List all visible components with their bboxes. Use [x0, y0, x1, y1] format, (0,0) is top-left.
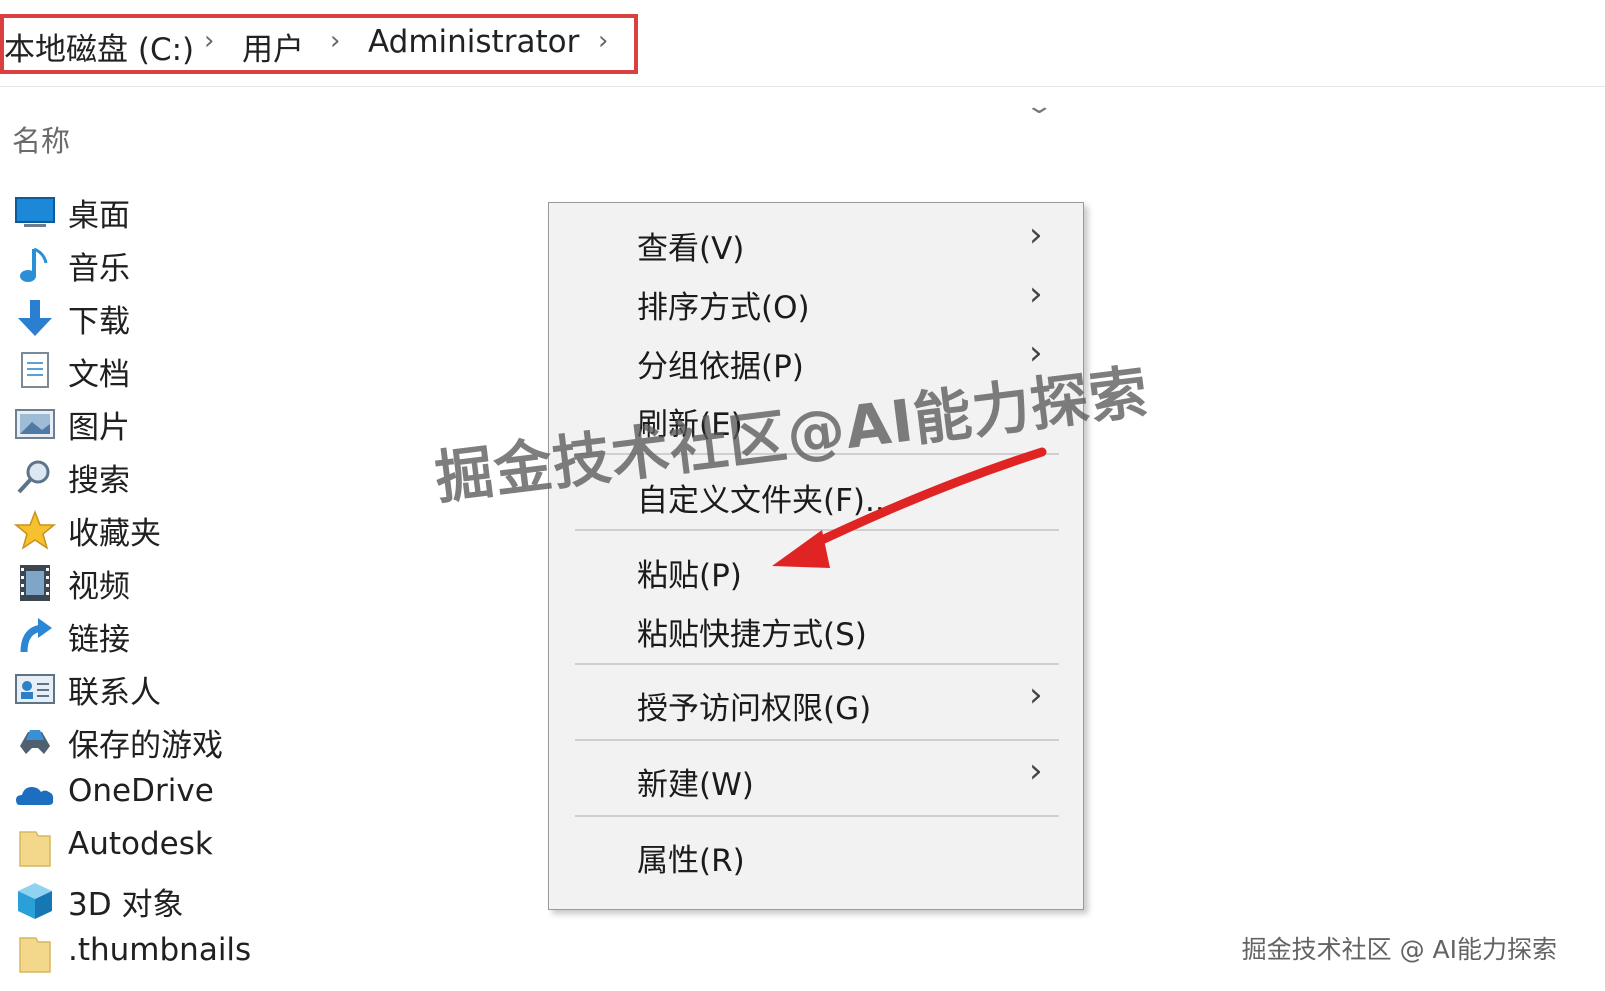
list-item-label: Autodesk — [68, 826, 213, 862]
list-item-label: 保存的游戏 — [68, 728, 223, 764]
document-icon — [21, 352, 49, 388]
download-icon — [18, 300, 52, 336]
search-icon — [17, 460, 50, 494]
list-item[interactable]: 链接 — [14, 610, 334, 660]
menu-item-group-by[interactable]: 分组依据(P) — [637, 341, 804, 386]
list-item-label: 下载 — [68, 304, 130, 340]
menu-item-sort-by[interactable]: 排序方式(O) — [637, 282, 810, 327]
breadcrumb-separator-icon[interactable]: › — [204, 26, 214, 56]
menu-separator — [575, 739, 1059, 741]
menu-separator — [575, 529, 1059, 531]
folder-icon — [19, 831, 51, 867]
submenu-arrow-icon: › — [1029, 751, 1043, 791]
list-item[interactable]: 桌面 — [14, 186, 334, 236]
list-item-label: 联系人 — [68, 675, 161, 711]
breadcrumb-separator-icon[interactable]: › — [598, 26, 608, 56]
context-menu: 查看(V) › 排序方式(O) › 分组依据(P) › 刷新(E) 自定义文件夹… — [548, 202, 1084, 910]
watermark-corner-text: 掘金技术社区 @ AI能力探索 — [1241, 935, 1557, 964]
menu-item-paste[interactable]: 粘贴(P) — [637, 550, 742, 595]
list-item[interactable]: 下载 — [14, 292, 334, 342]
list-item-label: .thumbnails — [68, 932, 252, 968]
menu-separator — [575, 663, 1059, 665]
submenu-arrow-icon: › — [1029, 274, 1043, 314]
list-item[interactable]: 保存的游戏 — [14, 716, 334, 766]
menu-item-new[interactable]: 新建(W) — [637, 759, 754, 804]
list-item-label: 收藏夹 — [68, 516, 161, 552]
menu-item-properties[interactable]: 属性(R) — [637, 835, 745, 880]
saved-games-icon — [20, 730, 50, 754]
list-item[interactable]: Autodesk — [14, 822, 334, 872]
list-item-label: 文档 — [68, 357, 130, 393]
link-icon — [20, 618, 52, 653]
submenu-arrow-icon: › — [1029, 675, 1043, 715]
breadcrumb-local-disk[interactable]: 本地磁盘 (C:) — [4, 24, 194, 69]
list-item[interactable]: 搜索 — [14, 451, 334, 501]
list-item-label: 搜索 — [68, 463, 130, 499]
menu-separator — [575, 815, 1059, 817]
list-item-label: 视频 — [68, 569, 130, 605]
list-item[interactable]: 3D 对象 — [14, 875, 334, 925]
menu-item-give-access[interactable]: 授予访问权限(G) — [637, 683, 871, 728]
list-item[interactable]: 图片 — [14, 398, 334, 448]
list-item-label: 图片 — [68, 410, 130, 446]
3d-objects-icon — [18, 883, 52, 919]
submenu-arrow-icon: › — [1029, 215, 1043, 255]
list-item-label: 音乐 — [68, 251, 130, 287]
list-item[interactable]: .thumbnails — [14, 928, 334, 978]
list-item[interactable]: 音乐 — [14, 239, 334, 289]
address-bar[interactable]: 本地磁盘 (C:) › 用户 › Administrator › — [0, 0, 1605, 87]
list-item[interactable]: 收藏夹 — [14, 504, 334, 554]
breadcrumb-administrator[interactable]: Administrator — [368, 24, 579, 60]
list-item[interactable]: 视频 — [14, 557, 334, 607]
picture-icon — [15, 409, 55, 439]
video-icon — [20, 565, 50, 601]
list-item[interactable]: OneDrive — [14, 769, 334, 819]
breadcrumb-users[interactable]: 用户 — [242, 24, 304, 69]
list-item-label: 链接 — [68, 622, 130, 658]
list-item[interactable]: 联系人 — [14, 663, 334, 713]
music-icon — [20, 247, 48, 282]
onedrive-icon — [16, 787, 54, 805]
breadcrumb-separator-icon[interactable]: › — [330, 26, 340, 56]
menu-item-paste-shortcut[interactable]: 粘贴快捷方式(S) — [637, 609, 867, 654]
folder-icon — [19, 937, 51, 973]
menu-item-view[interactable]: 查看(V) — [637, 223, 744, 268]
list-item[interactable]: 文档 — [14, 345, 334, 395]
column-header-name[interactable]: 名称 — [12, 118, 70, 160]
list-item-label: OneDrive — [68, 773, 214, 809]
contacts-icon — [15, 674, 55, 704]
list-item-label: 桌面 — [68, 198, 130, 234]
star-icon — [14, 510, 56, 550]
desktop-icon — [15, 197, 55, 227]
chevron-down-icon[interactable]: ⌄ — [1024, 94, 1054, 119]
list-item-label: 3D 对象 — [68, 887, 184, 923]
